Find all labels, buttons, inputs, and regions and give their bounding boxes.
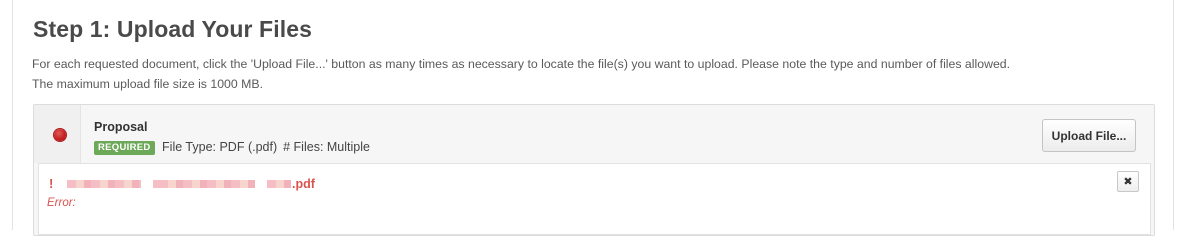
document-status-cell [34,105,81,163]
step-title: Step 1: Upload Your Files [33,16,312,42]
uploaded-file-name: .pdf [67,176,315,192]
document-upload-box: Proposal REQUIRED File Type: PDF (.pdf) #… [33,104,1155,236]
red-dot-icon [54,129,66,141]
redacted-filename-part [67,180,141,188]
error-exclamation-icon: ! [49,176,54,191]
document-name: Proposal [94,120,148,134]
upload-instructions: For each requested document, click the '… [32,54,1162,94]
redacted-filename-part [159,180,255,188]
document-row: Proposal REQUIRED File Type: PDF (.pdf) #… [34,105,1154,163]
remove-file-button[interactable]: ✖ [1117,171,1139,192]
uploaded-file-row: ! .pdf Error: ✖ [38,163,1151,235]
max-size-text: The maximum upload file size is 1000 MB. [32,77,264,91]
upload-step-panel: Step 1: Upload Your Files For each reque… [12,0,1174,236]
required-badge: REQUIRED [94,141,155,155]
instructions-text: For each requested document, click the '… [32,57,1011,71]
upload-file-button[interactable]: Upload File... [1042,119,1136,152]
close-icon: ✖ [1123,175,1133,188]
file-type-text: File Type: PDF (.pdf) [162,140,278,154]
document-meta: REQUIRED File Type: PDF (.pdf) # Files: M… [94,140,370,155]
error-label: Error: [47,197,76,209]
file-extension: .pdf [292,177,315,191]
redacted-filename-part [267,180,291,188]
file-count-text: # Files: Multiple [283,140,370,154]
